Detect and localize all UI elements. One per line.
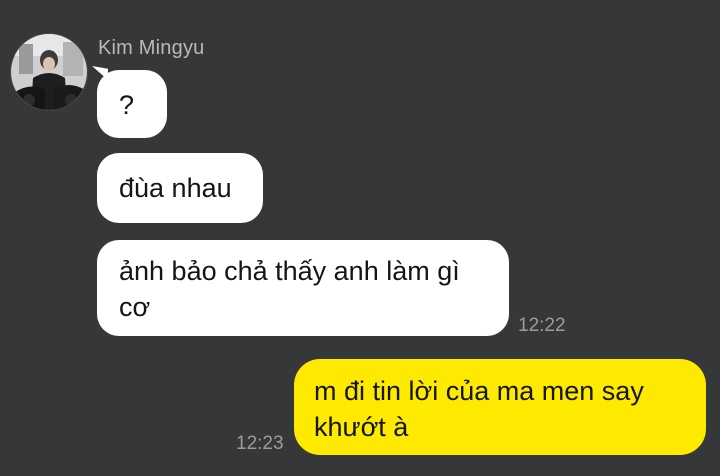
- message-text: đùa nhau: [119, 173, 232, 203]
- message-timestamp: 12:22: [518, 315, 566, 336]
- avatar[interactable]: [11, 34, 87, 110]
- message-bubble-incoming[interactable]: ?: [97, 70, 167, 138]
- chat-view: Kim Mingyu ? đùa nhau ảnh bảo chả thấy a…: [0, 0, 720, 476]
- message-text: ảnh bảo chả thấy anh làm gì cơ: [119, 256, 460, 322]
- message-text: ?: [119, 90, 135, 120]
- message-bubble-incoming[interactable]: ảnh bảo chả thấy anh làm gì cơ: [97, 240, 509, 336]
- profile-photo-icon: [11, 34, 87, 110]
- message-text: m đi tin lời của ma men say khướt à: [314, 376, 644, 442]
- message-bubble-incoming[interactable]: đùa nhau: [97, 153, 263, 223]
- message-bubble-outgoing[interactable]: m đi tin lời của ma men say khướt à: [294, 359, 706, 455]
- message-timestamp: 12:23: [236, 433, 284, 454]
- sender-name: Kim Mingyu: [98, 37, 205, 59]
